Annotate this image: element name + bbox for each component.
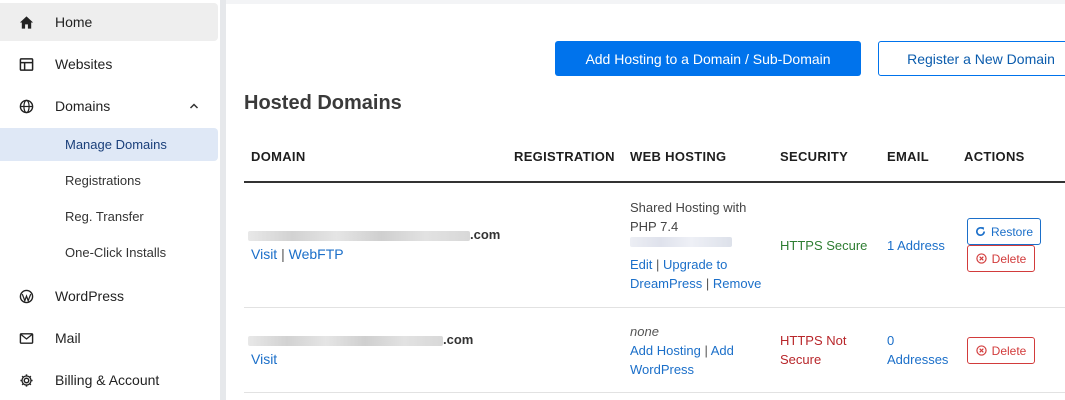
- refresh-icon: [975, 226, 986, 237]
- column-header-registration[interactable]: REGISTRATION: [514, 149, 615, 164]
- gear-icon: [18, 372, 34, 388]
- column-header-domain[interactable]: DOMAIN: [251, 149, 306, 164]
- wordpress-icon: [18, 288, 34, 304]
- remove-link[interactable]: Remove: [713, 276, 761, 291]
- sidebar-item-label: Websites: [55, 56, 113, 72]
- edit-link[interactable]: Edit: [630, 257, 652, 272]
- hosting-plan: none: [630, 324, 659, 339]
- mail-icon: [18, 330, 34, 346]
- sidebar-item-home[interactable]: Home: [0, 3, 218, 41]
- sidebar: Home Websites Domains Manage Domains Reg…: [0, 0, 220, 400]
- redacted-hosting-user: [630, 237, 732, 247]
- domain-links: Visit: [251, 350, 277, 369]
- row-divider: [244, 392, 1065, 393]
- websites-icon: [18, 56, 34, 72]
- add-wordpress-link[interactable]: Add: [711, 343, 734, 358]
- redacted-domain-name: [248, 336, 443, 346]
- sidebar-subitem-label: Reg. Transfer: [65, 209, 144, 224]
- domain-name: .com: [470, 227, 501, 242]
- visit-link[interactable]: Visit: [251, 246, 277, 262]
- separator: |: [281, 246, 285, 262]
- chevron-up-icon: [188, 100, 200, 112]
- hosting-links-line2: DreamPress | Remove: [630, 274, 761, 293]
- sidebar-subitem-label: Registrations: [65, 173, 141, 188]
- delete-button-label: Delete: [991, 343, 1027, 358]
- visit-link[interactable]: Visit: [251, 351, 277, 367]
- restore-button-label: Restore: [990, 224, 1034, 239]
- restore-button[interactable]: Restore: [967, 218, 1041, 245]
- sidebar-subitem-one-click-installs[interactable]: One-Click Installs: [0, 236, 218, 269]
- globe-icon: [18, 98, 34, 114]
- register-domain-button[interactable]: Register a New Domain: [878, 41, 1065, 76]
- webftp-link[interactable]: WebFTP: [289, 246, 344, 262]
- sidebar-item-billing[interactable]: Billing & Account: [0, 361, 218, 399]
- separator: |: [705, 276, 710, 291]
- sidebar-subitem-label: One-Click Installs: [65, 245, 167, 260]
- column-header-actions: ACTIONS: [964, 149, 1025, 164]
- row-divider: [244, 307, 1065, 308]
- app: Home Websites Domains Manage Domains Reg…: [0, 0, 1065, 400]
- delete-icon: [975, 345, 987, 356]
- main-content: Add Hosting to a Domain / Sub-Domain Reg…: [226, 0, 1065, 400]
- email-addresses-link[interactable]: 1 Address: [887, 236, 945, 255]
- redacted-domain-name: [248, 231, 470, 241]
- sidebar-subitem-manage-domains[interactable]: Manage Domains: [0, 128, 218, 161]
- table-header-divider: [244, 181, 1065, 183]
- email-addresses-link[interactable]: Addresses: [887, 350, 948, 369]
- upgrade-link[interactable]: Upgrade to: [663, 257, 727, 272]
- separator: |: [656, 257, 660, 272]
- sidebar-item-wordpress[interactable]: WordPress: [0, 277, 218, 315]
- security-status-line2: Secure: [780, 352, 822, 367]
- sidebar-item-mail[interactable]: Mail: [0, 319, 218, 357]
- add-hosting-button[interactable]: Add Hosting to a Domain / Sub-Domain: [555, 41, 861, 76]
- sidebar-item-domains[interactable]: Domains: [0, 87, 218, 125]
- security-status: HTTPS Secure: [780, 238, 868, 253]
- delete-button[interactable]: Delete: [967, 337, 1035, 364]
- email-count[interactable]: 0: [887, 331, 894, 350]
- delete-icon: [975, 253, 987, 264]
- column-header-security[interactable]: SECURITY: [780, 149, 848, 164]
- hosting-links-line2: WordPress: [630, 360, 694, 379]
- sidebar-item-label: Domains: [55, 98, 111, 114]
- sidebar-item-label: Billing & Account: [55, 372, 160, 388]
- top-bar-shadow: [226, 0, 1065, 4]
- hosting-plan-line2: PHP 7.4: [630, 219, 679, 234]
- page-title: Hosted Domains: [244, 92, 402, 114]
- column-header-email[interactable]: EMAIL: [887, 149, 929, 164]
- sidebar-item-label: Mail: [55, 330, 81, 346]
- column-header-web-hosting[interactable]: WEB HOSTING: [630, 149, 726, 164]
- add-wordpress-link-2[interactable]: WordPress: [630, 362, 694, 377]
- security-status-line1: HTTPS Not: [780, 333, 847, 348]
- home-icon: [18, 14, 34, 30]
- domain-name: .com: [443, 332, 474, 347]
- separator: |: [704, 343, 708, 358]
- upgrade-link-dreampress[interactable]: DreamPress: [630, 276, 702, 291]
- sidebar-subitem-label: Manage Domains: [65, 137, 167, 152]
- hosting-links-line1: Edit | Upgrade to: [630, 255, 727, 274]
- sidebar-item-websites[interactable]: Websites: [0, 45, 218, 83]
- delete-button[interactable]: Delete: [967, 245, 1035, 272]
- delete-button-label: Delete: [991, 251, 1027, 266]
- sidebar-item-label: Home: [55, 14, 93, 30]
- sidebar-subitem-reg-transfer[interactable]: Reg. Transfer: [0, 200, 218, 233]
- sidebar-subitem-registrations[interactable]: Registrations: [0, 164, 218, 197]
- sidebar-item-label: WordPress: [55, 288, 124, 304]
- add-hosting-link[interactable]: Add Hosting: [630, 343, 701, 358]
- domain-links: Visit | WebFTP: [251, 245, 344, 264]
- hosting-plan-line1: Shared Hosting with: [630, 200, 747, 215]
- hosting-links-line1: Add Hosting | Add: [630, 341, 734, 360]
